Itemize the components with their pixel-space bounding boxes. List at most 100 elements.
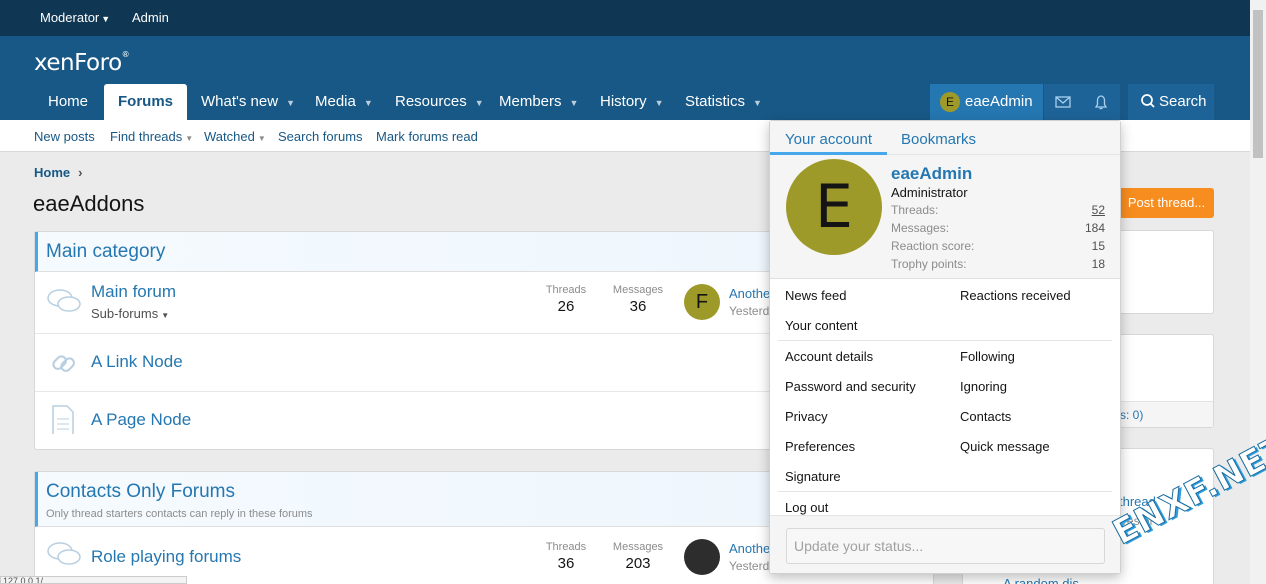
nav-statistics[interactable]: Statistics ▼ [671, 84, 776, 120]
new-posts-link[interactable]: New posts [34, 129, 95, 144]
threads-label: Threads [545, 284, 587, 296]
find-threads-menu[interactable]: Find threads ▼ [110, 129, 193, 144]
nav-media-label: Media [315, 93, 356, 110]
menu-reactions-received[interactable]: Reactions received [960, 288, 1071, 303]
nav-resources-label: Resources [395, 93, 467, 110]
messages-count: 36 [629, 298, 647, 315]
nav-members[interactable]: Members ▼ [485, 84, 592, 120]
node-title[interactable]: A Page Node [91, 410, 191, 430]
sub-forums-menu[interactable]: Sub-forums ▼ [91, 306, 169, 321]
tab-your-account[interactable]: Your account [785, 131, 872, 148]
chevron-right-icon: › [78, 165, 83, 180]
menu-news-feed[interactable]: News feed [785, 288, 846, 303]
messages-count: 203 [625, 555, 651, 572]
forum-chat-icon [47, 542, 81, 565]
chevron-down-icon: ▼ [286, 98, 295, 108]
account-menu-toggle[interactable]: E eaeAdmin [930, 84, 1043, 120]
sidebar-thread-link[interactable]: A random dis [1003, 576, 1079, 584]
nav-whats-new-label: What's new [201, 93, 279, 110]
watermark-text: ENXF.NET [1106, 427, 1266, 554]
account-username: eaeAdmin [965, 93, 1033, 110]
search-label: Search [1159, 93, 1207, 110]
sidebar-footer-text: s: 0) [1120, 408, 1144, 422]
caret-down-icon: ▼ [101, 14, 111, 24]
messages-label: Messages [612, 284, 664, 296]
nav-home[interactable]: Home [34, 84, 102, 120]
stat-messages: Messages: 184 [891, 221, 1105, 235]
find-threads-label: Find threads [110, 129, 183, 144]
stat-value: 184 [1084, 221, 1105, 235]
search-icon [1141, 94, 1155, 108]
category-title[interactable]: Contacts Only Forums [46, 481, 235, 503]
nav-members-label: Members [499, 93, 562, 110]
menu-signature[interactable]: Signature [785, 469, 841, 484]
status-update-input[interactable]: Update your status... [786, 528, 1105, 564]
stat-value[interactable]: 52 [1092, 203, 1105, 217]
account-username[interactable]: eaeAdmin [891, 164, 972, 184]
breadcrumb-home[interactable]: Home [34, 165, 70, 180]
search-forums-link[interactable]: Search forums [278, 129, 363, 144]
nav-whats-new[interactable]: What's new ▼ [187, 84, 309, 120]
nav-resources[interactable]: Resources ▼ [381, 84, 498, 120]
scrollbar-thumb[interactable] [1253, 10, 1263, 158]
staff-bar: Moderator ▼ Admin [0, 0, 1250, 36]
account-menu: Your account Bookmarks E eaeAdmin Admini… [769, 120, 1121, 574]
menu-following[interactable]: Following [960, 349, 1015, 364]
status-placeholder: Update your status... [794, 538, 924, 554]
menu-contacts[interactable]: Contacts [960, 409, 1011, 424]
threads-label: Threads [545, 541, 587, 553]
menu-quick-message[interactable]: Quick message [960, 439, 1050, 454]
menu-account-details[interactable]: Account details [785, 349, 873, 364]
menu-ignoring[interactable]: Ignoring [960, 379, 1007, 394]
nav-media[interactable]: Media ▼ [301, 84, 387, 120]
threads-stat: Threads 36 [536, 541, 596, 572]
last-post-title[interactable]: Anothe [729, 286, 770, 301]
stat-value: 15 [1091, 239, 1105, 253]
status-url-tooltip: 127.0.0.1/... [0, 576, 187, 584]
node-title[interactable]: Main forum [91, 282, 176, 302]
chevron-down-icon: ▼ [363, 98, 373, 108]
admin-link[interactable]: Admin [132, 10, 169, 25]
envelope-icon [1055, 96, 1071, 108]
menu-password-security[interactable]: Password and security [785, 379, 916, 394]
alerts-button[interactable] [1082, 84, 1120, 120]
tab-bookmarks[interactable]: Bookmarks [901, 131, 976, 148]
site-header: xenForo® Home Forums What's new ▼ Media ▼ … [0, 36, 1250, 120]
search-button[interactable]: Search [1128, 84, 1214, 120]
avatar[interactable] [684, 539, 720, 575]
messages-stat: Messages 203 [608, 541, 668, 572]
post-thread-button[interactable]: Post thread... [1119, 188, 1214, 218]
nav-statistics-label: Statistics [685, 93, 746, 110]
threads-count: 36 [557, 555, 575, 572]
chevron-down-icon: ▼ [569, 98, 579, 108]
document-icon [52, 405, 74, 434]
link-icon [52, 355, 75, 372]
watched-menu[interactable]: Watched ▼ [204, 129, 266, 144]
stat-value: 18 [1091, 257, 1105, 271]
avatar[interactable]: E [786, 159, 882, 255]
category-title[interactable]: Main category [46, 241, 165, 263]
menu-privacy[interactable]: Privacy [785, 409, 828, 424]
stat-trophy-points: Trophy points: 18 [891, 257, 1105, 271]
nav-forums-label: Forums [118, 93, 174, 110]
moderator-menu[interactable]: Moderator ▼ [40, 10, 110, 25]
conversations-button[interactable] [1044, 84, 1082, 120]
page-title: eaeAddons [33, 191, 145, 216]
nav-forums[interactable]: Forums [104, 84, 188, 120]
stat-label: Trophy points: [891, 257, 967, 271]
avatar[interactable]: F [684, 284, 720, 320]
menu-preferences[interactable]: Preferences [785, 439, 855, 454]
site-logo[interactable]: xenForo® [34, 50, 130, 76]
last-post-title[interactable]: Anothe [729, 541, 770, 556]
menu-log-out[interactable]: Log out [785, 500, 828, 515]
menu-your-content[interactable]: Your content [785, 318, 858, 333]
forum-chat-icon [47, 289, 81, 312]
avatar: E [940, 92, 960, 112]
node-title[interactable]: A Link Node [91, 352, 183, 372]
caret-down-icon: ▼ [257, 134, 266, 143]
menu-divider [778, 491, 1112, 492]
node-title[interactable]: Role playing forums [91, 547, 241, 567]
mark-forums-read-link[interactable]: Mark forums read [376, 129, 478, 144]
menu-divider [778, 340, 1112, 341]
nav-history[interactable]: History ▼ [586, 84, 678, 120]
